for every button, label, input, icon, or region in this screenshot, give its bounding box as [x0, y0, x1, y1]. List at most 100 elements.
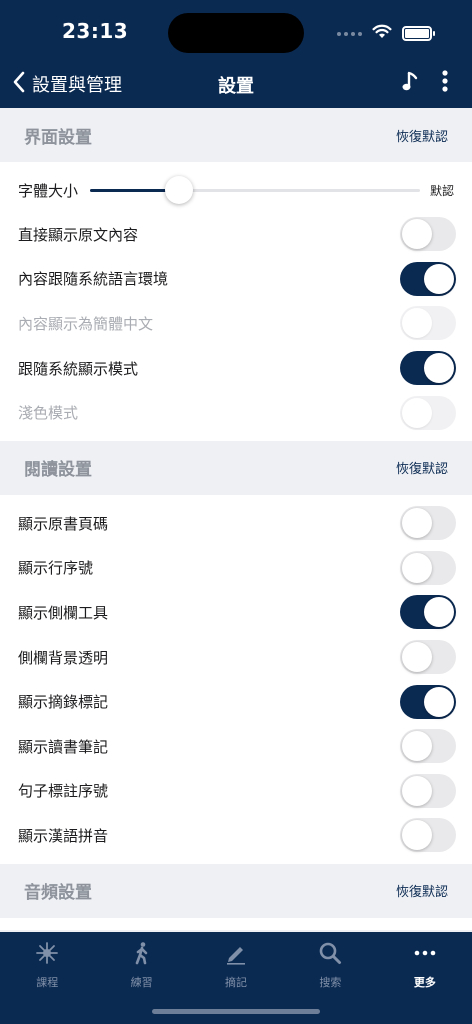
- tab-label: 搜索: [319, 976, 342, 989]
- toggle-switch[interactable]: [400, 506, 456, 541]
- setting-row: 內容顯示為簡體中文: [0, 301, 472, 346]
- toggle-switch[interactable]: [400, 261, 456, 296]
- top-bar: 23:13 設置與管理 設置: [0, 0, 472, 108]
- setting-row: 內容跟隨系統語言環境: [0, 257, 472, 302]
- setting-row: 側欄背景透明: [0, 635, 472, 680]
- music-note-icon[interactable]: [402, 70, 418, 96]
- tab-sparkle[interactable]: 課程: [0, 932, 94, 1002]
- reset-default-button[interactable]: 恢復默認: [396, 126, 448, 145]
- setting-label: 顯示摘錄標記: [18, 693, 109, 712]
- tab-pencil[interactable]: 摘記: [189, 932, 283, 1002]
- tab-label: 課程: [36, 976, 59, 989]
- nav-bar: 設置與管理 設置: [0, 60, 472, 108]
- reset-default-button[interactable]: 恢復默認: [396, 881, 448, 900]
- settings-list[interactable]: 界面設置 恢復默認 字體大小 默認 直接顯示原文內容內容跟隨系統語言環境 內容顯示…: [0, 108, 472, 932]
- toggle-switch: [400, 395, 456, 430]
- reset-default-button[interactable]: 恢復默認: [396, 458, 448, 477]
- toggle-knob: [424, 686, 454, 717]
- status-bar: 23:13: [0, 0, 472, 60]
- setting-label: 顯示漢語拼音: [18, 826, 109, 845]
- tab-list: 課程 練習 摘記 搜索 更多: [0, 932, 472, 1002]
- toggle-knob: [402, 308, 432, 339]
- section-body-reading: 顯示原書頁碼 顯示行序號顯示側欄工具 側欄背景透明 顯示摘錄標記 顯示讀書筆記 句子標註序…: [0, 494, 472, 864]
- setting-label: 內容顯示為簡體中文: [18, 314, 154, 333]
- setting-row: 句子標註序號: [0, 769, 472, 814]
- font-size-row: 字體大小 默認: [0, 168, 472, 212]
- setting-row: 顯示摘錄標記: [0, 679, 472, 724]
- setting-row: 顯示側欄工具: [0, 590, 472, 635]
- toggle-switch[interactable]: [400, 818, 456, 853]
- toggle-knob: [402, 552, 432, 583]
- more-icon: [413, 941, 437, 969]
- section-header-audio: 音頻設置 恢復默認: [0, 863, 472, 918]
- walking-icon: [130, 941, 154, 969]
- setting-label: 跟隨系統顯示模式: [18, 359, 139, 378]
- setting-label: 側欄背景透明: [18, 648, 109, 667]
- setting-row: 顯示原書頁碼: [0, 501, 472, 546]
- toggle-switch[interactable]: [400, 550, 456, 585]
- toggle-knob: [424, 353, 454, 384]
- setting-row: 顯示漢語拼音: [0, 813, 472, 858]
- setting-label: 顯示原書頁碼: [18, 514, 109, 533]
- toggle-switch: [400, 306, 456, 341]
- font-size-slider[interactable]: [90, 176, 420, 204]
- more-vertical-icon[interactable]: [442, 70, 448, 96]
- toggle-knob: [424, 263, 454, 294]
- reading-toggle-list: 顯示原書頁碼 顯示行序號顯示側欄工具 側欄背景透明 顯示摘錄標記 顯示讀書筆記 句子標註序…: [0, 501, 472, 858]
- setting-row: 直接顯示原文內容: [0, 212, 472, 257]
- wifi-icon: [372, 24, 392, 43]
- section-body-interface: 字體大小 默認 直接顯示原文內容內容跟隨系統語言環境 內容顯示為簡體中文 跟隨系統顯…: [0, 162, 472, 441]
- section-header-reading: 閱讀設置 恢復默認: [0, 440, 472, 495]
- font-size-label: 字體大小: [18, 181, 79, 200]
- tab-search[interactable]: 搜索: [283, 932, 377, 1002]
- toggle-knob: [402, 397, 432, 428]
- toggle-knob: [424, 597, 454, 628]
- toggle-switch[interactable]: [400, 773, 456, 808]
- tab-label: 練習: [130, 976, 153, 989]
- slider-thumb[interactable]: [165, 176, 194, 204]
- setting-row: 跟隨系統顯示模式: [0, 346, 472, 391]
- setting-row: 顯示行序號: [0, 546, 472, 591]
- tab-more[interactable]: 更多: [378, 932, 472, 1002]
- section-header-interface: 界面設置 恢復默認: [0, 108, 472, 162]
- toggle-switch[interactable]: [400, 351, 456, 386]
- setting-label: 顯示側欄工具: [18, 603, 109, 622]
- toggle-switch[interactable]: [400, 640, 456, 675]
- dynamic-island: [168, 13, 304, 53]
- toggle-knob: [402, 508, 432, 539]
- section-title: 音頻設置: [24, 883, 92, 904]
- toggle-knob: [402, 642, 432, 673]
- interface-toggle-list: 直接顯示原文內容內容跟隨系統語言環境 內容顯示為簡體中文 跟隨系統顯示模式 淺色模式: [0, 212, 472, 435]
- toggle-switch[interactable]: [400, 595, 456, 630]
- sparkle-icon: [35, 941, 59, 969]
- tab-bar: 課程 練習 摘記 搜索 更多: [0, 932, 472, 1024]
- tab-walking[interactable]: 練習: [94, 932, 188, 1002]
- setting-label: 顯示行序號: [18, 559, 94, 578]
- toggle-knob: [402, 219, 432, 250]
- toggle-knob: [402, 820, 432, 851]
- setting-row: 淺色模式: [0, 390, 472, 435]
- toggle-switch[interactable]: [400, 684, 456, 719]
- toggle-switch[interactable]: [400, 729, 456, 764]
- search-icon: [318, 941, 342, 969]
- setting-label: 淺色模式: [18, 404, 79, 423]
- battery-icon: [402, 26, 435, 41]
- setting-label: 直接顯示原文內容: [18, 225, 139, 244]
- toggle-knob: [402, 775, 432, 806]
- home-indicator: [152, 1009, 320, 1014]
- font-size-default-label: 默認: [429, 183, 454, 198]
- toggle-knob: [402, 731, 432, 762]
- setting-label: 內容跟隨系統語言環境: [18, 270, 169, 289]
- setting-label: 顯示讀書筆記: [18, 737, 109, 756]
- setting-row: 顯示讀書筆記: [0, 724, 472, 769]
- section-title: 閱讀設置: [24, 460, 92, 481]
- setting-label: 句子標註序號: [18, 782, 109, 801]
- cellular-signal-icon: [337, 31, 362, 36]
- section-body-audio: [0, 917, 472, 930]
- section-title: 界面設置: [24, 127, 92, 148]
- tab-label: 更多: [413, 976, 436, 989]
- toggle-switch[interactable]: [400, 217, 456, 252]
- tab-label: 摘記: [225, 976, 248, 989]
- pencil-icon: [224, 941, 248, 969]
- status-indicators: [337, 24, 435, 43]
